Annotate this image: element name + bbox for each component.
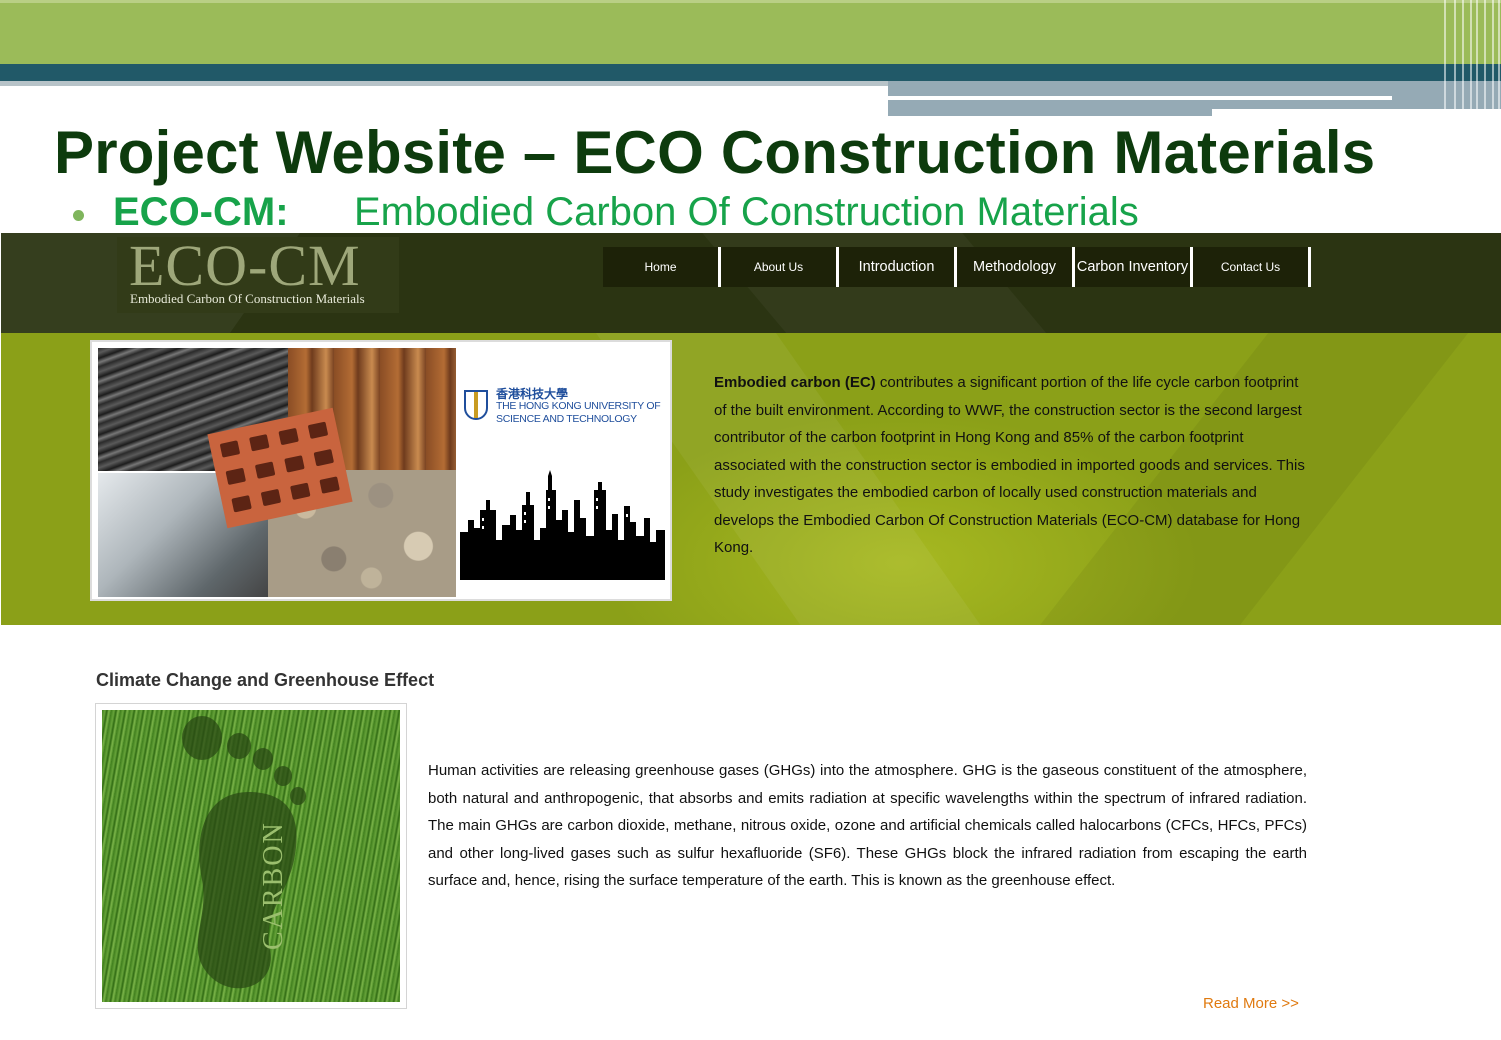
hkust-crest-icon (464, 390, 488, 420)
hero-description: Embodied carbon (EC) contributes a signi… (714, 369, 1314, 562)
hero-banner: 香港科技大學 THE HONG KONG UNIVERSITY OF SCIEN… (1, 333, 1501, 625)
carbon-label: CARBON (258, 821, 289, 950)
bullet-label: ECO-CM: (113, 190, 289, 234)
slide-title: Project Website – ECO Construction Mater… (54, 119, 1376, 186)
slide-header-teal-bar (0, 64, 1501, 81)
hkust-logo: 香港科技大學 THE HONG KONG UNIVERSITY OF SCIEN… (464, 382, 669, 432)
slide-header-steel-bar (888, 81, 1501, 109)
logo-title: ECO-CM (129, 233, 361, 298)
hkust-english-name: THE HONG KONG UNIVERSITY OF SCIENCE AND … (496, 400, 661, 426)
nav-carbon-inventory[interactable]: Carbon Inventory (1075, 247, 1193, 287)
slide-header-light-bar (0, 81, 888, 86)
nav-home[interactable]: Home (603, 247, 721, 287)
greenhouse-description: Human activities are releasing greenhous… (428, 762, 1307, 889)
bullet-dot-icon (73, 210, 84, 221)
hkust-name-line2: SCIENCE AND TECHNOLOGY (496, 413, 637, 425)
slide-header-stripes (1440, 0, 1501, 116)
carbon-footprint-photo: CARBON (102, 710, 400, 1002)
nav-methodology[interactable]: Methodology (957, 247, 1075, 287)
read-more-link[interactable]: Read More >> (1203, 995, 1299, 1012)
hkust-name-line1: THE HONG KONG UNIVERSITY OF (496, 400, 661, 412)
materials-collage-image: 香港科技大學 THE HONG KONG UNIVERSITY OF SCIEN… (90, 340, 672, 601)
main-nav: Home About Us Introduction Methodology C… (603, 247, 1311, 287)
hero-lead-text: contributes a significant portion of the… (714, 374, 1305, 556)
slide-header-white-line (888, 96, 1392, 100)
logo-subtitle: Embodied Carbon Of Construction Material… (130, 291, 365, 306)
site-header: ECO-CM Embodied Carbon Of Construction M… (1, 233, 1501, 333)
city-skyline-icon (460, 470, 665, 580)
slide-header-green-bar (0, 0, 1501, 64)
slide-header-steel-bar-low (888, 109, 1212, 116)
nav-contact-us[interactable]: Contact Us (1193, 247, 1311, 287)
hero-lead-bold: Embodied carbon (EC) (714, 374, 876, 391)
nav-about-us[interactable]: About Us (721, 247, 839, 287)
site-logo[interactable]: ECO-CM Embodied Carbon Of Construction M… (117, 237, 399, 313)
bullet-text: Embodied Carbon Of Construction Material… (354, 190, 1139, 234)
slide-header-highlight (0, 0, 1501, 3)
carbon-footprint-image: CARBON (95, 703, 407, 1009)
nav-introduction[interactable]: Introduction (839, 247, 957, 287)
section-title: Climate Change and Greenhouse Effect (96, 670, 435, 690)
